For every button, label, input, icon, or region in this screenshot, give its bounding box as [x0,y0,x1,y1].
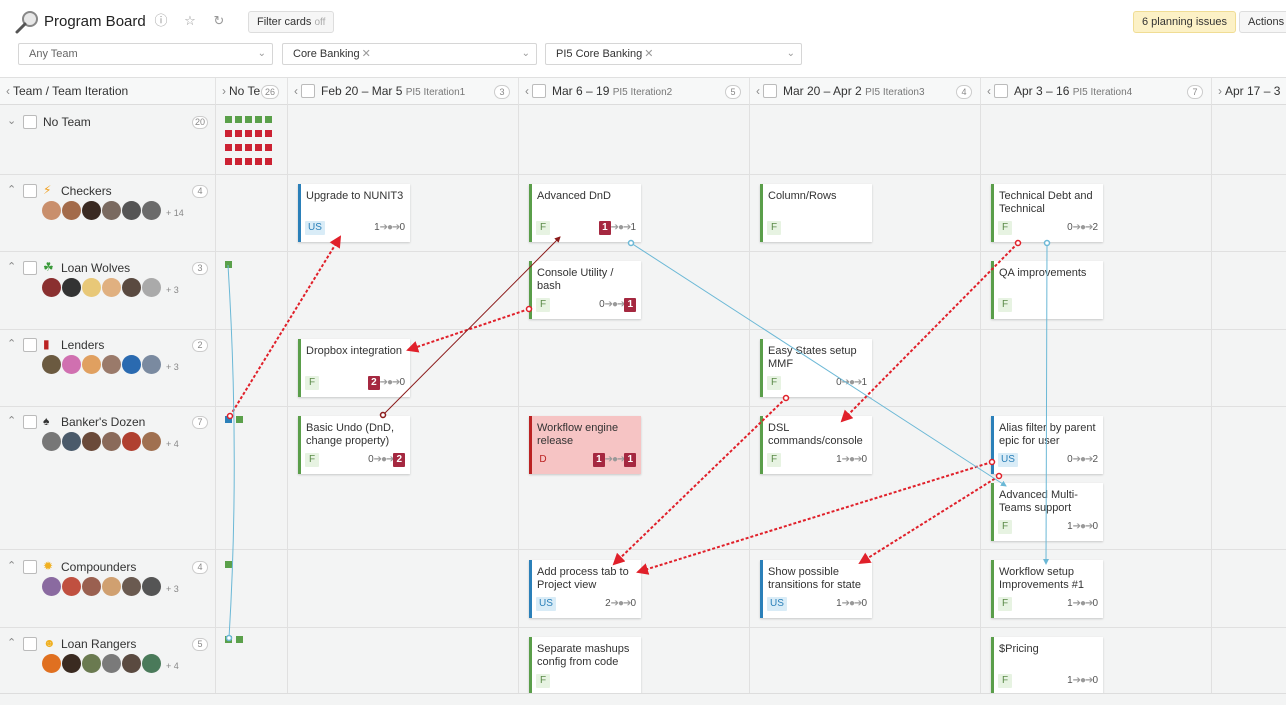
refresh-icon[interactable]: ↻ [211,13,227,29]
link-red-dashed [636,461,993,575]
project-filter-value: Core Banking [293,48,360,60]
link-dark-red [382,236,561,416]
dependency-links [225,235,1051,642]
link-blue [1043,242,1050,565]
chevron-down-icon: ⌄ [786,48,795,59]
page-title: Program Board [44,13,146,30]
planning-issues-button[interactable]: 6 planning issues [1133,11,1237,33]
program-board: ‹ Team / Team Iteration › No Te 26 ‹ Feb 20… [0,77,1286,705]
chevron-down-icon: ⌄ [521,48,530,59]
link-red-dashed [858,475,1000,565]
release-filter-value: PI5 Core Banking [556,48,643,60]
remove-release-icon[interactable]: ✕ [644,48,653,60]
filter-cards-label: Filter cards [257,16,312,28]
star-icon[interactable]: ☆ [182,13,198,29]
remove-project-icon[interactable]: ✕ [362,48,371,60]
project-filter-select[interactable]: Core Banking ✕ ⌄ [282,43,537,65]
chevron-down-icon: ⌄ [257,48,266,59]
link-blue [227,264,235,639]
release-filter-select[interactable]: PI5 Core Banking ✕ ⌄ [545,43,802,65]
info-icon[interactable]: ⓘ [153,13,169,29]
filter-state: off [314,17,326,28]
bottom-bar [0,693,1286,705]
magnifier-logo-icon [15,11,38,34]
team-filter-select[interactable]: Any Team ⌄ [18,43,273,65]
team-filter-value: Any Team [29,48,78,60]
actions-button[interactable]: Actions [1239,11,1286,33]
link-red-dashed [229,235,342,417]
top-bar: Program Board ⓘ ☆ ↻ Filter cards off 6 p… [0,0,1286,77]
filter-cards-button[interactable]: Filter cards off [248,11,335,33]
link-red-dashed [840,242,1019,423]
link-red-dashed [612,397,787,566]
link-blue [630,242,1007,487]
